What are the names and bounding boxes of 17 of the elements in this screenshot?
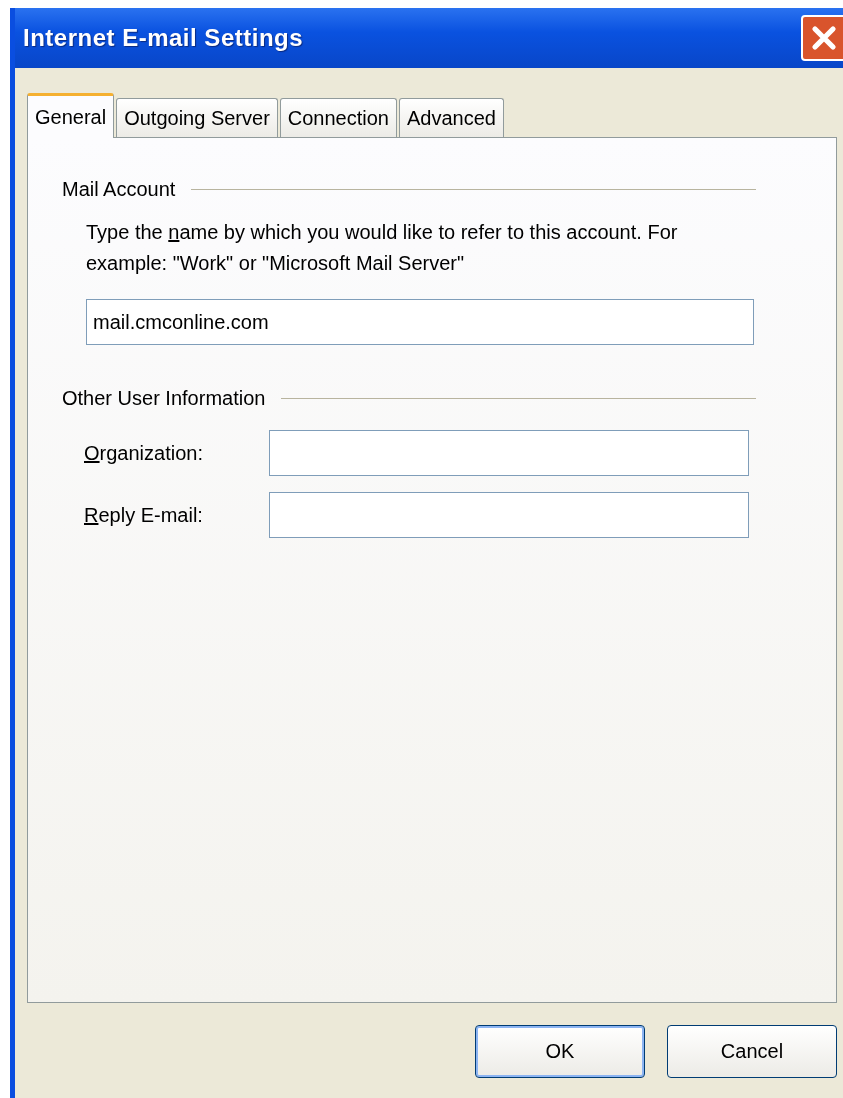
input-field[interactable]: [269, 430, 749, 476]
field-label: Organization:: [84, 441, 204, 465]
tab[interactable]: Advanced: [399, 98, 504, 137]
description-text: Type the name by which you would like to refer to this account. For example: "Work" or "Microsoft Mail Server": [86, 220, 679, 276]
dialog-button[interactable]: Cancel: [667, 1025, 837, 1078]
field-label: Reply E-mail:: [84, 503, 204, 527]
group-heading: Other User Information: [62, 387, 266, 410]
account-name-field[interactable]: mail.cmconline.com: [86, 299, 754, 345]
tab[interactable]: Outgoing Server: [116, 98, 278, 137]
tab[interactable]: Connection: [279, 98, 397, 137]
close-button[interactable]: [801, 15, 843, 61]
group-heading: Mail Account: [62, 178, 176, 201]
close-icon: [809, 23, 839, 53]
dialog-button[interactable]: OK: [475, 1025, 645, 1078]
window-title: Internet E-mail Settings: [23, 24, 304, 52]
tab[interactable]: General: [27, 93, 115, 138]
input-field[interactable]: [269, 492, 749, 538]
